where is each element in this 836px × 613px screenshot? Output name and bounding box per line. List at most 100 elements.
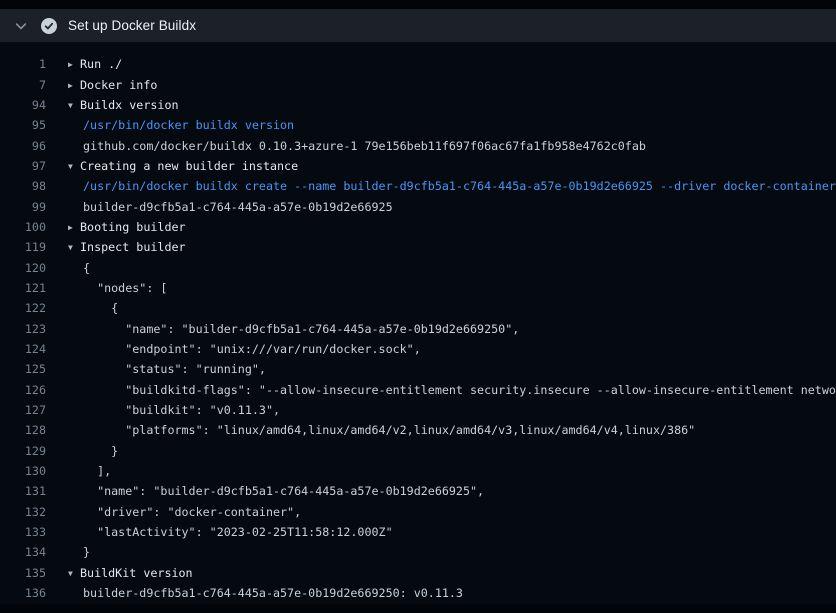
log-group-header[interactable]: ▼Inspect builder	[68, 240, 186, 254]
line-number[interactable]: 136	[0, 586, 46, 600]
log-text: "nodes": [	[68, 281, 167, 295]
triangle-down-icon: ▼	[68, 243, 80, 252]
triangle-right-icon: ▶	[68, 60, 80, 69]
chevron-down-icon[interactable]	[14, 19, 28, 33]
triangle-down-icon: ▼	[68, 569, 80, 578]
line-number[interactable]: 99	[0, 200, 46, 214]
log-text: }	[68, 444, 118, 458]
log-line: 7 ▶Docker info	[0, 74, 836, 94]
log-line: 122 {	[0, 298, 836, 318]
log-line: 127 "buildkit": "v0.11.3",	[0, 400, 836, 420]
log-group-label: Run ./	[80, 57, 122, 71]
triangle-down-icon: ▼	[68, 101, 80, 110]
triangle-right-icon: ▶	[68, 81, 80, 90]
log-line: 132 "driver": "docker-container",	[0, 502, 836, 522]
log-line: 119 ▼Inspect builder	[0, 237, 836, 257]
line-number[interactable]: 94	[0, 98, 46, 112]
log-line: 136 builder-d9cfb5a1-c764-445a-a57e-0b19…	[0, 583, 836, 603]
log-line: 97 ▼Creating a new builder instance	[0, 156, 836, 176]
log-line: 124 "endpoint": "unix:///var/run/docker.…	[0, 339, 836, 359]
line-number[interactable]: 124	[0, 342, 46, 356]
step-log-panel: Set up Docker Buildx 1 ▶Run ./ 7 ▶Docker…	[0, 9, 836, 604]
step-header[interactable]: Set up Docker Buildx	[0, 9, 836, 42]
log-group-label: Creating a new builder instance	[80, 159, 298, 173]
log-text: }	[68, 545, 90, 559]
log-line: 125 "status": "running",	[0, 359, 836, 379]
log-line: 98 /usr/bin/docker buildx create --name …	[0, 176, 836, 196]
line-number[interactable]: 123	[0, 322, 46, 336]
log-command-text: /usr/bin/docker buildx create --name bui…	[68, 179, 836, 193]
line-number[interactable]: 128	[0, 423, 46, 437]
log-line: 133 "lastActivity": "2023-02-25T11:58:12…	[0, 522, 836, 542]
log-line: 135 ▼BuildKit version	[0, 563, 836, 583]
line-number[interactable]: 7	[0, 78, 46, 92]
line-number[interactable]: 119	[0, 240, 46, 254]
log-text: "buildkitd-flags": "--allow-insecure-ent…	[68, 383, 836, 397]
log-line: 121 "nodes": [	[0, 278, 836, 298]
line-number[interactable]: 132	[0, 505, 46, 519]
log-line: 100 ▶Booting builder	[0, 217, 836, 237]
line-number[interactable]: 135	[0, 566, 46, 580]
log-group-header[interactable]: ▶Booting builder	[68, 220, 186, 234]
log-text: "name": "builder-d9cfb5a1-c764-445a-a57e…	[68, 484, 484, 498]
log-group-header[interactable]: ▼Creating a new builder instance	[68, 159, 298, 173]
log-area: 1 ▶Run ./ 7 ▶Docker info 94 ▼Buildx vers…	[0, 42, 836, 604]
log-text: "buildkit": "v0.11.3",	[68, 403, 280, 417]
log-group-label: Inspect builder	[80, 240, 186, 254]
line-number[interactable]: 121	[0, 281, 46, 295]
line-number[interactable]: 120	[0, 261, 46, 275]
log-command-text: /usr/bin/docker buildx version	[68, 118, 294, 132]
line-number[interactable]: 129	[0, 444, 46, 458]
log-text: builder-d9cfb5a1-c764-445a-a57e-0b19d2e6…	[68, 586, 463, 600]
log-text: "platforms": "linux/amd64,linux/amd64/v2…	[68, 423, 695, 437]
log-group-header[interactable]: ▼Buildx version	[68, 98, 179, 112]
log-line: 95 /usr/bin/docker buildx version	[0, 115, 836, 135]
log-line: 128 "platforms": "linux/amd64,linux/amd6…	[0, 420, 836, 440]
triangle-right-icon: ▶	[68, 223, 80, 232]
step-title: Set up Docker Buildx	[68, 18, 196, 33]
log-group-header[interactable]: ▼BuildKit version	[68, 566, 193, 580]
log-group-label: Buildx version	[80, 98, 179, 112]
log-line: 131 "name": "builder-d9cfb5a1-c764-445a-…	[0, 481, 836, 501]
log-line: 96 github.com/docker/buildx 0.10.3+azure…	[0, 135, 836, 155]
check-circle-icon	[41, 18, 57, 34]
line-number[interactable]: 131	[0, 484, 46, 498]
log-text: {	[68, 301, 118, 315]
log-text: "driver": "docker-container",	[68, 505, 301, 519]
log-line: 126 "buildkitd-flags": "--allow-insecure…	[0, 380, 836, 400]
line-number[interactable]: 98	[0, 179, 46, 193]
log-text: ],	[68, 464, 111, 478]
log-text: github.com/docker/buildx 0.10.3+azure-1 …	[68, 139, 646, 153]
log-line: 134 }	[0, 542, 836, 562]
log-group-header[interactable]: ▶Run ./	[68, 57, 122, 71]
line-number[interactable]: 127	[0, 403, 46, 417]
log-line: 99 builder-d9cfb5a1-c764-445a-a57e-0b19d…	[0, 196, 836, 216]
log-line: 129 }	[0, 441, 836, 461]
log-group-header[interactable]: ▶Docker info	[68, 78, 157, 92]
log-line: 94 ▼Buildx version	[0, 95, 836, 115]
line-number[interactable]: 97	[0, 159, 46, 173]
log-group-label: BuildKit version	[80, 566, 193, 580]
log-text: {	[68, 261, 90, 275]
line-number[interactable]: 96	[0, 139, 46, 153]
log-group-label: Docker info	[80, 78, 157, 92]
log-text: "status": "running",	[68, 362, 266, 376]
line-number[interactable]: 122	[0, 301, 46, 315]
line-number[interactable]: 1	[0, 57, 46, 71]
log-line: 1 ▶Run ./	[0, 54, 836, 74]
log-line: 123 "name": "builder-d9cfb5a1-c764-445a-…	[0, 318, 836, 338]
log-text: "name": "builder-d9cfb5a1-c764-445a-a57e…	[68, 322, 519, 336]
line-number[interactable]: 130	[0, 464, 46, 478]
log-text: "endpoint": "unix:///var/run/docker.sock…	[68, 342, 421, 356]
line-number[interactable]: 134	[0, 545, 46, 559]
line-number[interactable]: 95	[0, 118, 46, 132]
line-number[interactable]: 133	[0, 525, 46, 539]
log-text: builder-d9cfb5a1-c764-445a-a57e-0b19d2e6…	[68, 200, 393, 214]
log-text: "lastActivity": "2023-02-25T11:58:12.000…	[68, 525, 393, 539]
triangle-down-icon: ▼	[68, 162, 80, 171]
line-number[interactable]: 126	[0, 383, 46, 397]
line-number[interactable]: 100	[0, 220, 46, 234]
log-group-label: Booting builder	[80, 220, 186, 234]
line-number[interactable]: 125	[0, 362, 46, 376]
log-line: 120 {	[0, 257, 836, 277]
